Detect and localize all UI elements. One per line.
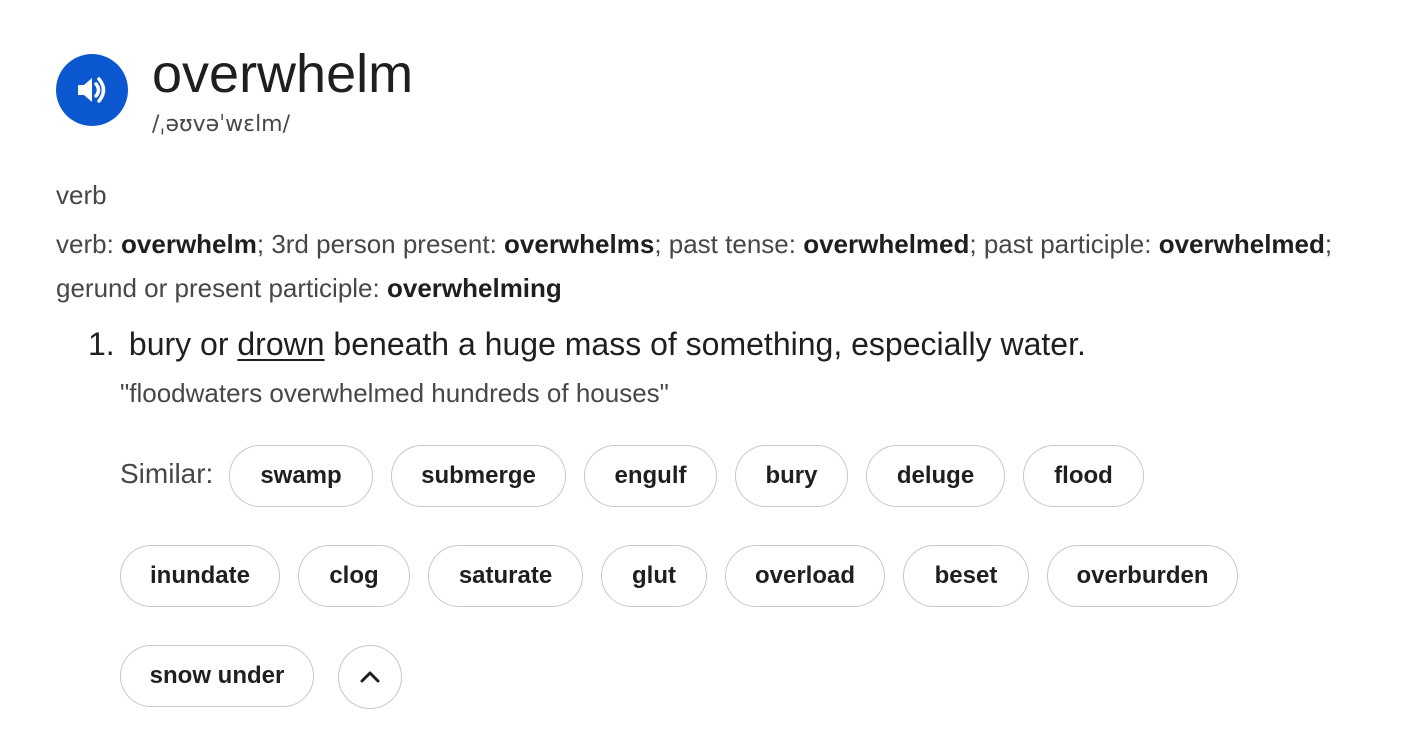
similar-chip-saturate[interactable]: saturate — [428, 545, 583, 607]
drown-link[interactable]: drown — [237, 326, 324, 362]
verb-forms: verb: overwhelm; 3rd person present: ove… — [56, 229, 1333, 303]
collapse-similar-button[interactable] — [338, 645, 402, 709]
definition-text-after: beneath a huge mass of something, especi… — [333, 326, 1086, 362]
gerund-value: overwhelming — [386, 273, 562, 303]
verb-label: verb — [56, 229, 107, 259]
speaker-icon — [78, 77, 106, 103]
similar-chip-overload[interactable]: overload — [725, 545, 885, 607]
similar-chip-beset[interactable]: beset — [903, 545, 1029, 607]
part-of-speech: verb — [56, 180, 107, 210]
gerund-label: gerund or present participle — [56, 273, 373, 303]
similar-chip-clog[interactable]: clog — [298, 545, 410, 607]
similar-chip-overburden[interactable]: overburden — [1047, 545, 1238, 607]
past-participle-label: past participle — [983, 229, 1145, 259]
third-person-value: overwhelms — [504, 229, 655, 259]
entry-header: overwhelm /ˌəʊvəˈwɛlm/ — [56, 44, 413, 137]
pronunciation-audio-button[interactable] — [56, 54, 128, 126]
similar-label: Similar: — [120, 458, 214, 489]
headword-block: overwhelm /ˌəʊvəˈwɛlm/ — [152, 44, 413, 137]
past-tense-label: past tense — [668, 229, 789, 259]
similar-chip-swamp[interactable]: swamp — [229, 445, 373, 507]
similar-chip-inundate[interactable]: inundate — [120, 545, 280, 607]
similar-chip-snow-under[interactable]: snow under — [120, 645, 314, 707]
similar-chip-flood[interactable]: flood — [1023, 445, 1144, 507]
similar-chip-bury[interactable]: bury — [735, 445, 848, 507]
past-participle-value: overwhelmed — [1158, 229, 1325, 259]
third-person-label: 3rd person present — [271, 229, 490, 259]
definition-line: 1. bury or drown beneath a huge mass of … — [88, 322, 1086, 366]
chevron-up-icon — [360, 671, 380, 683]
definition-number: 1. — [88, 326, 115, 362]
similar-chip-submerge[interactable]: submerge — [391, 445, 566, 507]
similar-chip-deluge[interactable]: deluge — [866, 445, 1005, 507]
phonetic-transcription: /ˌəʊvəˈwɛlm/ — [152, 112, 291, 137]
past-tense-value: overwhelmed — [803, 229, 970, 259]
verb-value: overwhelm — [121, 229, 257, 259]
headword: overwhelm — [152, 44, 414, 104]
usage-example: "floodwaters overwhelmed hundreds of hou… — [120, 378, 669, 408]
similar-chip-glut[interactable]: glut — [601, 545, 707, 607]
similar-chip-engulf[interactable]: engulf — [584, 445, 717, 507]
definition-text-before: bury or — [128, 326, 229, 362]
